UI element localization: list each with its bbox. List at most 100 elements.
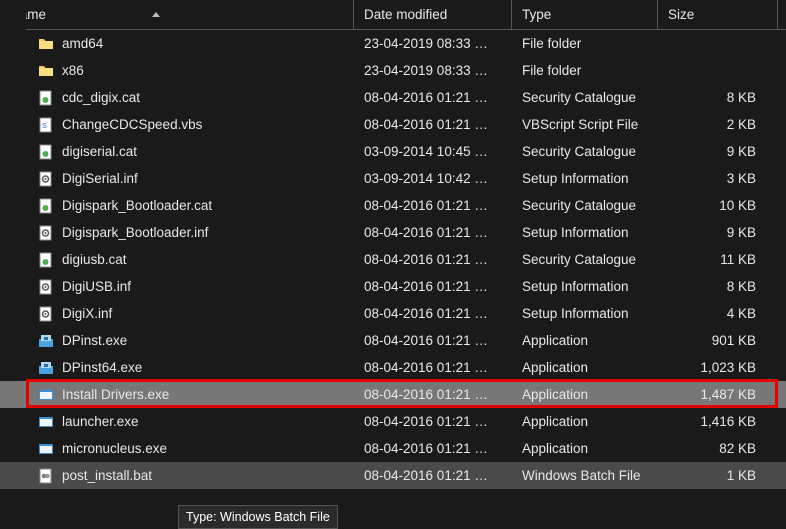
file-date: 08-04-2016 01:21 … xyxy=(364,387,488,402)
file-name: Digispark_Bootloader.inf xyxy=(62,225,208,240)
file-size: 82 KB xyxy=(719,441,756,456)
svg-text:S: S xyxy=(42,123,47,130)
file-row[interactable]: DigiSerial.inf 03-09-2014 10:42 … Setup In… xyxy=(0,165,786,192)
installer-icon xyxy=(38,360,54,376)
file-date: 03-09-2014 10:42 … xyxy=(364,171,488,186)
file-date: 08-04-2016 01:21 … xyxy=(364,252,488,267)
file-date: 08-04-2016 01:21 … xyxy=(364,279,488,294)
file-row[interactable]: digiserial.cat03-09-2014 10:45 …Security… xyxy=(0,138,786,165)
file-name: post_install.bat xyxy=(62,468,152,483)
file-size: 9 KB xyxy=(727,225,756,240)
file-size: 1 KB xyxy=(727,468,756,483)
file-name: DPinst64.exe xyxy=(62,360,142,375)
file-type: Setup Information xyxy=(522,225,629,240)
file-row[interactable]: Digispark_Bootloader.cat 08-04-2016 01:21… xyxy=(0,192,786,219)
column-type-label: Type xyxy=(522,7,551,22)
file-name: Install Drivers.exe xyxy=(62,387,169,402)
file-date: 08-04-2016 01:21 … xyxy=(364,468,488,483)
script-file-icon: S xyxy=(38,117,54,133)
catalog-file-icon xyxy=(38,252,54,268)
file-row[interactable]: DPinst64.exe 08-04-2016 01:21 … Applicatio… xyxy=(0,354,786,381)
file-date: 08-04-2016 01:21 … xyxy=(364,360,488,375)
file-type: Setup Information xyxy=(522,171,629,186)
file-type: Security Catalogue xyxy=(522,252,636,267)
file-size: 10 KB xyxy=(719,198,756,213)
file-type: File folder xyxy=(522,36,581,51)
file-name: DigiX.inf xyxy=(62,306,112,321)
file-size: 1,023 KB xyxy=(700,360,756,375)
file-row[interactable]: micronucleus.exe 08-04-2016 01:21 … Applic… xyxy=(0,435,786,462)
file-name: DigiUSB.inf xyxy=(62,279,131,294)
file-list: amd64 23-04-2019 08:33 … File folder x86 23-… xyxy=(0,30,786,489)
column-date-label: Date modified xyxy=(364,7,447,22)
file-row[interactable]: DPinst.exe08-04-2016 01:21 …Application9… xyxy=(0,327,786,354)
file-type: Setup Information xyxy=(522,306,629,321)
file-name: Digispark_Bootloader.cat xyxy=(62,198,212,213)
file-date: 08-04-2016 01:21 … xyxy=(364,414,488,429)
file-name: launcher.exe xyxy=(62,414,139,429)
file-row[interactable]: cdc_digix.cat08-04-2016 01:21 …Security … xyxy=(0,84,786,111)
file-row[interactable]: post_install.bat 08-04-2016 01:21 … Window… xyxy=(0,462,786,489)
file-date: 08-04-2016 01:21 … xyxy=(364,333,488,348)
file-type: Setup Information xyxy=(522,279,629,294)
file-row[interactable]: DigiUSB.inf 08-04-2016 01:21 … Setup Infor… xyxy=(0,273,786,300)
file-size: 2 KB xyxy=(727,117,756,132)
file-date: 08-04-2016 01:21 … xyxy=(364,117,488,132)
file-row[interactable]: digiusb.cat08-04-2016 01:21 …Security Ca… xyxy=(0,246,786,273)
file-row[interactable]: DigiX.inf 08-04-2016 01:21 … Setup Informa… xyxy=(0,300,786,327)
file-name: cdc_digix.cat xyxy=(62,90,140,105)
file-name: x86 xyxy=(62,63,84,78)
file-name: amd64 xyxy=(62,36,103,51)
file-size: 8 KB xyxy=(727,279,756,294)
file-row[interactable]: Digispark_Bootloader.inf 08-04-2016 01:21… xyxy=(0,219,786,246)
file-row[interactable]: x86 23-04-2019 08:33 … File folder xyxy=(0,57,786,84)
folder-icon xyxy=(38,36,54,52)
catalog-file-icon xyxy=(38,90,54,106)
column-size-label: Size xyxy=(668,7,694,22)
file-date: 08-04-2016 01:21 … xyxy=(364,306,488,321)
file-date: 08-04-2016 01:21 … xyxy=(364,225,488,240)
file-type: Application xyxy=(522,360,588,375)
file-type: Application xyxy=(522,414,588,429)
file-date: 08-04-2016 01:21 … xyxy=(364,198,488,213)
file-size: 11 KB xyxy=(720,252,756,267)
file-row[interactable]: launcher.exe 08-04-2016 01:21 … Applicatio… xyxy=(0,408,786,435)
file-date: 23-04-2019 08:33 … xyxy=(364,63,488,78)
column-header-row: Name Date modified Type Size xyxy=(0,0,786,30)
file-size: 1,416 KB xyxy=(700,414,756,429)
file-size: 9 KB xyxy=(727,144,756,159)
inf-file-icon xyxy=(38,171,54,187)
application-icon xyxy=(38,441,54,457)
file-date: 23-04-2019 08:33 … xyxy=(364,36,488,51)
file-name: digiserial.cat xyxy=(62,144,137,159)
column-header-name[interactable]: Name xyxy=(0,0,354,29)
file-size: 8 KB xyxy=(727,90,756,105)
file-name: DigiSerial.inf xyxy=(62,171,138,186)
file-size: 3 KB xyxy=(727,171,756,186)
file-type: Security Catalogue xyxy=(522,198,636,213)
column-header-size[interactable]: Size xyxy=(658,0,778,29)
file-type: Security Catalogue xyxy=(522,90,636,105)
file-row[interactable]: amd64 23-04-2019 08:33 … File folder xyxy=(0,30,786,57)
file-type: Windows Batch File xyxy=(522,468,641,483)
file-date: 08-04-2016 01:21 … xyxy=(364,441,488,456)
batch-file-icon xyxy=(38,468,54,484)
column-header-type[interactable]: Type xyxy=(512,0,658,29)
file-date: 03-09-2014 10:45 … xyxy=(364,144,488,159)
application-icon xyxy=(38,414,54,430)
file-type: Application xyxy=(522,441,588,456)
file-type: Application xyxy=(522,333,588,348)
installer-icon xyxy=(38,333,54,349)
file-row[interactable]: SChangeCDCSpeed.vbs08-04-2016 01:21 …VBS… xyxy=(0,111,786,138)
catalog-file-icon xyxy=(38,198,54,214)
file-name: ChangeCDCSpeed.vbs xyxy=(62,117,202,132)
file-type: File folder xyxy=(522,63,581,78)
column-header-date[interactable]: Date modified xyxy=(354,0,512,29)
sort-ascending-icon xyxy=(152,12,160,17)
file-name: micronucleus.exe xyxy=(62,441,167,456)
file-type: Application xyxy=(522,387,588,402)
inf-file-icon xyxy=(38,225,54,241)
catalog-file-icon xyxy=(38,144,54,160)
file-row[interactable]: Install Drivers.exe 08-04-2016 01:21 … App… xyxy=(0,381,786,408)
folder-icon xyxy=(38,63,54,79)
